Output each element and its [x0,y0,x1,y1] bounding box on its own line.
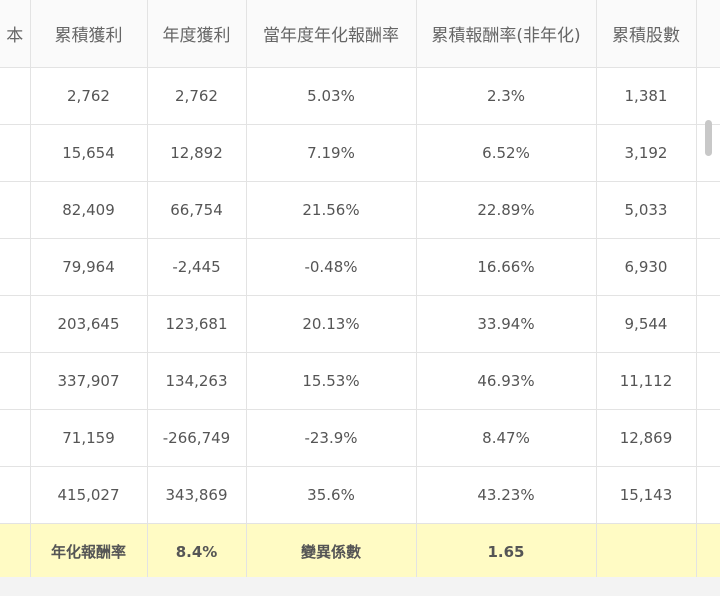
vertical-scrollbar-thumb[interactable] [705,120,712,156]
table-cell [696,352,720,410]
page-bottom-area [0,577,720,596]
summary-blank-cell [696,523,720,581]
table-cell: 16.66% [416,238,597,296]
table-cell: 43.23% [416,466,597,524]
table-cell: 6.52% [416,124,597,182]
table-cell: 12,892 [147,124,247,182]
table-cell: 2,762 [147,67,247,125]
table-cell: 15.53% [246,352,417,410]
table-cell: 1,381 [596,67,697,125]
table-cell [0,352,31,410]
table-cell: 9,544 [596,295,697,353]
table-cell: 15,143 [596,466,697,524]
table-row: 79,964 -2,445 -0.48% 16.66% 6,930 [0,238,720,296]
table-cell [0,409,31,467]
header-row: 本累積獲利年度獲利當年度年化報酬率累積報酬率(非年化)累積股數現 [0,0,720,68]
table-cell: 5.03% [246,67,417,125]
column-header: 現 [696,0,720,68]
table-cell: 11,112 [596,352,697,410]
table-cell [696,466,720,524]
table-cell: 35.6% [246,466,417,524]
table-cell: 337,907 [30,352,148,410]
table-cell: 6,930 [596,238,697,296]
table-cell: 33.94% [416,295,597,353]
investment-results-table: 本累積獲利年度獲利當年度年化報酬率累積報酬率(非年化)累積股數現 2,7622,… [0,0,720,581]
table-footer: 年化報酬率 8.4% 變異係數 1.65 [0,523,720,581]
table-cell [696,67,720,125]
table-row: 2,762 2,762 5.03% 2.3% 1,381 [0,67,720,125]
table-cell [0,124,31,182]
table-cell: 15,654 [30,124,148,182]
table-cell: 79,964 [30,238,148,296]
table-cell: 12,869 [596,409,697,467]
table-cell [0,466,31,524]
table-cell [0,181,31,239]
summary-blank-cell [0,523,31,581]
table-cell: 3,192 [596,124,697,182]
table-body: 2,762 2,762 5.03% 2.3% 1,381 15,654 12,892 7.19… [0,67,720,524]
table-cell [696,409,720,467]
column-header: 累積股數 [596,0,697,68]
table-cell [696,238,720,296]
table-cell: 2,762 [30,67,148,125]
table-row: 71,159 -266,749 -23.9% 8.47% 12,869 [0,409,720,467]
summary-row: 年化報酬率 8.4% 變異係數 1.65 [0,523,720,581]
table-cell [696,295,720,353]
table-cell: 343,869 [147,466,247,524]
table-cell: 134,263 [147,352,247,410]
table-cell: 203,645 [30,295,148,353]
table-cell: 71,159 [30,409,148,467]
table-cell: 21.56% [246,181,417,239]
table-viewport[interactable]: 本累積獲利年度獲利當年度年化報酬率累積報酬率(非年化)累積股數現 2,7622,… [0,0,720,596]
table-cell: 123,681 [147,295,247,353]
column-header: 年度獲利 [147,0,247,68]
table-cell: 46.93% [416,352,597,410]
table-cell: -23.9% [246,409,417,467]
table-cell: 20.13% [246,295,417,353]
table-row: 82,409 66,754 21.56% 22.89% 5,033 [0,181,720,239]
table-cell: -0.48% [246,238,417,296]
table-cell [696,181,720,239]
table-cell [0,295,31,353]
coefficient-of-variation-label: 變異係數 [246,523,417,581]
table-cell [0,238,31,296]
table-cell: 66,754 [147,181,247,239]
coefficient-of-variation-value: 1.65 [416,523,597,581]
table-cell: 82,409 [30,181,148,239]
table-cell: 2.3% [416,67,597,125]
table-row: 337,907 134,263 15.53% 46.93% 11,112 [0,352,720,410]
table-cell: 415,027 [30,466,148,524]
column-header: 累積報酬率(非年化) [416,0,597,68]
table-header: 本累積獲利年度獲利當年度年化報酬率累積報酬率(非年化)累積股數現 [0,0,720,68]
column-header: 當年度年化報酬率 [246,0,417,68]
annualized-return-label: 年化報酬率 [30,523,148,581]
table-row: 203,645 123,681 20.13% 33.94% 9,544 [0,295,720,353]
table-row: 15,654 12,892 7.19% 6.52% 3,192 [0,124,720,182]
table-cell: -266,749 [147,409,247,467]
table-cell: 7.19% [246,124,417,182]
table-cell: 22.89% [416,181,597,239]
column-header: 累積獲利 [30,0,148,68]
table-cell: -2,445 [147,238,247,296]
table-row: 415,027 343,869 35.6% 43.23% 15,143 [0,466,720,524]
summary-blank-cell [596,523,697,581]
column-header: 本 [0,0,31,68]
table-cell: 8.47% [416,409,597,467]
annualized-return-value: 8.4% [147,523,247,581]
table-cell: 5,033 [596,181,697,239]
table-cell [0,67,31,125]
